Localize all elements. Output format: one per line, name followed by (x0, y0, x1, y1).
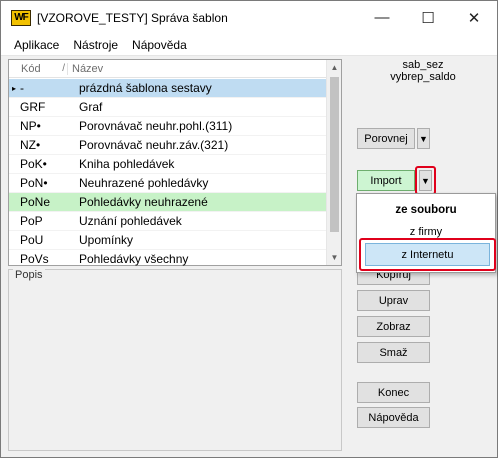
row-code: NP• (20, 119, 41, 133)
annotation-highlight-z-internetu (359, 238, 496, 271)
row-marker: ▸ (11, 83, 16, 93)
row-name: Pohledávky neuhrazené (79, 195, 208, 209)
app-window: WF [VZOROVE_TESTY] Správa šablon — ☐ ✕ A… (0, 0, 498, 458)
template-info-line2: vybrep_saldo (390, 71, 456, 83)
title-bar: WF [VZOROVE_TESTY] Správa šablon — ☐ ✕ (1, 1, 497, 34)
menu-napoveda[interactable]: Nápověda (125, 38, 194, 52)
table-row[interactable]: PoP Uznání pohledávek (9, 212, 327, 231)
table-row[interactable]: PoK• Kniha pohledávek (9, 155, 327, 174)
scroll-thumb[interactable] (330, 77, 339, 232)
close-button[interactable]: ✕ (451, 1, 497, 34)
column-header-code[interactable]: Kód / (9, 63, 67, 75)
maximize-button[interactable]: ☐ (405, 1, 451, 34)
window-title: [VZOROVE_TESTY] Správa šablon (37, 10, 228, 25)
porovnej-button[interactable]: Porovnej (357, 128, 415, 149)
row-name: Uznání pohledávek (79, 214, 182, 228)
row-code: PoP (20, 214, 43, 228)
row-code: PoVs (20, 252, 49, 266)
row-name: Upomínky (79, 233, 134, 247)
row-code: NZ• (20, 138, 41, 152)
menu-nastroje[interactable]: Nástroje (66, 38, 125, 52)
row-name: Graf (79, 100, 103, 114)
row-code: PoNe (20, 195, 51, 209)
description-label: Popis (13, 269, 45, 281)
row-code: GRF (20, 100, 46, 114)
uprav-button[interactable]: Uprav (357, 290, 430, 311)
column-header-code-label: Kód (21, 62, 41, 75)
table-row[interactable]: NZ• Porovnávač neuhr.záv.(321) (9, 136, 327, 155)
scroll-down-icon[interactable]: ▼ (327, 250, 342, 265)
menu-aplikace[interactable]: Aplikace (7, 38, 66, 52)
list-rows: ▸ - prázdná šablona sestavy GRF Graf NP• Porov… (9, 79, 327, 288)
napoveda-button[interactable]: Nápověda (357, 407, 430, 428)
table-row[interactable]: PoNe Pohledávky neuhrazené (9, 193, 327, 212)
row-code: PoK• (20, 157, 47, 171)
row-name: Porovnávač neuhr.záv.(321) (79, 138, 229, 152)
app-logo-icon: WF (11, 9, 31, 26)
row-code: PoU (20, 233, 44, 247)
scroll-up-icon[interactable]: ▲ (327, 60, 342, 75)
list-scrollbar[interactable]: ▲ ▼ (326, 60, 341, 265)
template-info: sab_sez vybrep_saldo (350, 59, 496, 83)
template-list[interactable]: Kód / Název ▸ - prázdná šablona sestavy GRF… (8, 59, 342, 288)
table-row[interactable]: ▸ - prázdná šablona sestavy (9, 79, 327, 98)
row-name: Kniha pohledávek (79, 157, 175, 171)
smaz-button[interactable]: Smaž (357, 342, 430, 363)
table-row[interactable]: NP• Porovnávač neuhr.pohl.(311) (9, 117, 327, 136)
template-info-line1: sab_sez (402, 59, 444, 71)
menu-item-ze-souboru[interactable]: ze souboru (357, 198, 495, 221)
table-row[interactable]: GRF Graf (9, 98, 327, 117)
zobraz-button[interactable]: Zobraz (357, 316, 430, 337)
sort-indicator: / (62, 62, 65, 74)
row-code: - (20, 81, 24, 95)
list-header: Kód / Název (9, 60, 327, 78)
import-button[interactable]: Import (357, 170, 415, 191)
column-header-name[interactable]: Název (67, 62, 103, 75)
porovnej-dropdown-icon[interactable]: ▼ (417, 128, 430, 149)
table-row[interactable]: PoVs Pohledávky všechny (9, 250, 327, 269)
konec-button[interactable]: Konec (357, 382, 430, 403)
row-name: Porovnávač neuhr.pohl.(311) (79, 119, 233, 133)
row-name: Neuhrazené pohledávky (79, 176, 209, 190)
annotation-highlight-import-arrow (415, 166, 436, 195)
table-row[interactable]: PoN• Neuhrazené pohledávky (9, 174, 327, 193)
row-name: prázdná šablona sestavy (79, 81, 212, 95)
minimize-button[interactable]: — (359, 1, 405, 34)
row-name: Pohledávky všechny (79, 252, 189, 266)
table-row[interactable]: PoU Upomínky (9, 231, 327, 250)
row-code: PoN• (20, 176, 48, 190)
description-panel: Popis (8, 269, 342, 451)
menu-bar: Aplikace Nástroje Nápověda (1, 34, 497, 56)
